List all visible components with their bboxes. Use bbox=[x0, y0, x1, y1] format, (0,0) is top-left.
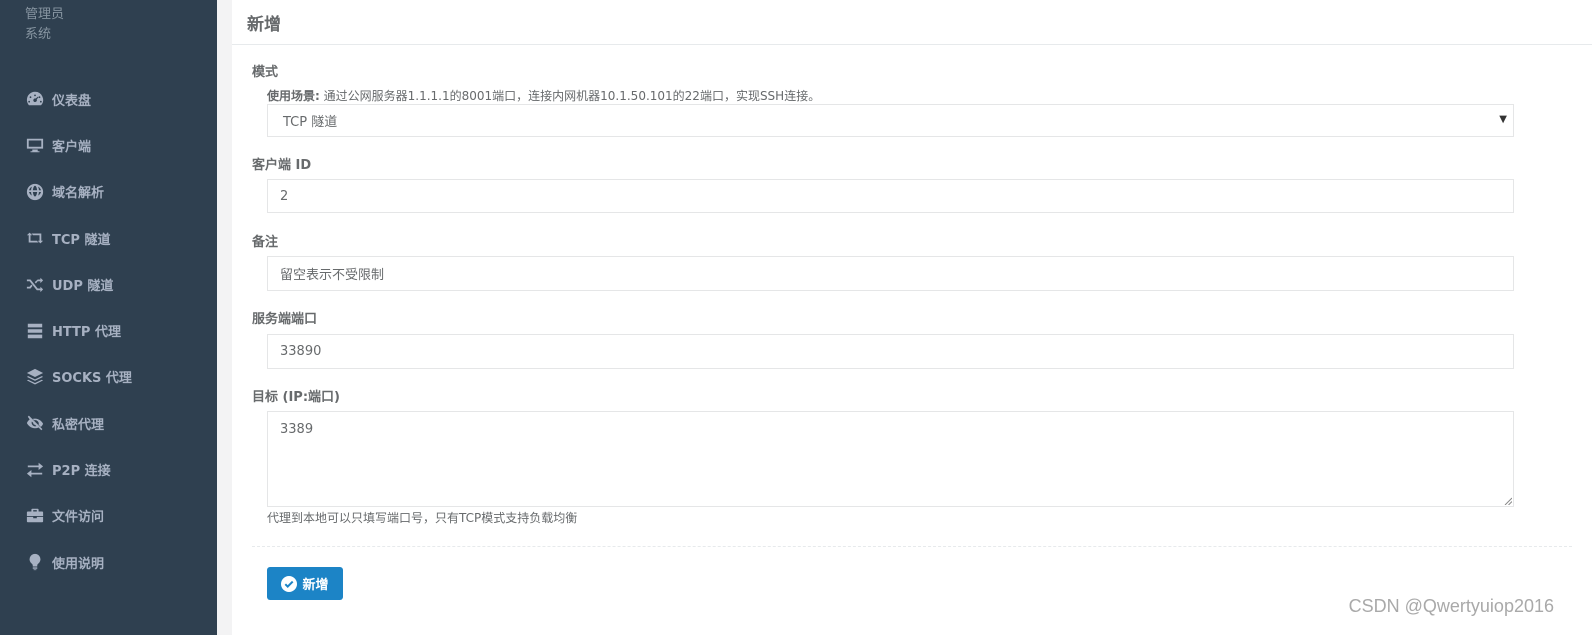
panel-header: 新增 bbox=[232, 0, 1592, 45]
sidebar-item-label: UDP 隧道 bbox=[52, 278, 114, 294]
server-port-value: 33890 bbox=[280, 344, 322, 359]
caret-down-icon: ▼ bbox=[1499, 114, 1507, 125]
server-port-input[interactable]: 33890 bbox=[267, 334, 1514, 369]
sidebar-item-help[interactable]: 使用说明 bbox=[0, 539, 217, 585]
check-circle-icon bbox=[281, 575, 298, 592]
add-button[interactable]: 新增 bbox=[267, 567, 343, 600]
sidebar-item-clients[interactable]: 客户端 bbox=[0, 122, 217, 168]
sidebar-item-private-proxy[interactable]: 私密代理 bbox=[0, 400, 217, 446]
lightbulb-icon bbox=[24, 553, 46, 571]
user-dept: 系统 bbox=[25, 27, 52, 42]
sidebar-item-label: 使用说明 bbox=[52, 556, 105, 572]
remark-placeholder: 留空表示不受限制 bbox=[280, 268, 385, 283]
server-port-label: 服务端端口 bbox=[252, 312, 318, 327]
watermark: CSDN @Qwertyuiop2016 bbox=[1348, 596, 1554, 616]
user-profile: 管理员 系统 bbox=[25, 0, 64, 45]
add-button-label: 新增 bbox=[302, 578, 329, 593]
sidebar-nav: 仪表盘 客户端 域名解析 TCP 隧道 UDP 隧道 HTTP 代理 SOCKS… bbox=[0, 76, 217, 585]
sidebar-item-udp-tunnel[interactable]: UDP 隧道 bbox=[0, 261, 217, 307]
mode-select-value: TCP 隧道 bbox=[283, 115, 338, 130]
client-id-label: 客户端 ID bbox=[252, 158, 312, 173]
sidebar-item-label: HTTP 代理 bbox=[52, 325, 121, 341]
sidebar-item-label: 客户端 bbox=[52, 139, 92, 155]
resize-handle-icon[interactable] bbox=[1504, 497, 1512, 505]
form-divider bbox=[252, 546, 1572, 547]
sidebar-item-http-proxy[interactable]: HTTP 代理 bbox=[0, 307, 217, 353]
page-title: 新增 bbox=[247, 14, 281, 35]
sidebar-item-label: 域名解析 bbox=[52, 186, 105, 202]
sidebar-item-label: P2P 连接 bbox=[52, 464, 111, 480]
sidebar-item-socks-proxy[interactable]: SOCKS 代理 bbox=[0, 354, 217, 400]
sidebar-item-label: 仪表盘 bbox=[52, 93, 92, 109]
sidebar-item-p2p[interactable]: P2P 连接 bbox=[0, 446, 217, 492]
layers-icon bbox=[24, 368, 46, 386]
eye-slash-icon bbox=[24, 414, 46, 432]
target-value: 3389 bbox=[280, 422, 314, 437]
sidebar-item-label: 文件访问 bbox=[52, 510, 105, 526]
scenario-description: 通过公网服务器1.1.1.1的8001端口，连接内网机器10.1.50.101的… bbox=[319, 89, 821, 103]
client-id-value: 2 bbox=[280, 188, 289, 204]
target-help-text: 代理到本地可以只填写端口号，只有TCP模式支持负载均衡 bbox=[267, 511, 578, 525]
sidebar-item-tcp-tunnel[interactable]: TCP 隧道 bbox=[0, 215, 217, 261]
remark-label: 备注 bbox=[252, 235, 279, 250]
mode-select[interactable]: TCP 隧道 ▼ bbox=[267, 104, 1514, 137]
sidebar-item-label: SOCKS 代理 bbox=[52, 371, 132, 387]
briefcase-icon bbox=[24, 507, 46, 525]
dashboard-icon bbox=[24, 90, 46, 108]
random-icon bbox=[24, 275, 46, 293]
globe-icon bbox=[24, 183, 46, 201]
remark-input[interactable]: 留空表示不受限制 bbox=[267, 256, 1514, 291]
exchange-icon bbox=[24, 461, 46, 479]
main-panel: 新增 模式 使用场景: 通过公网服务器1.1.1.1的8001端口，连接内网机器… bbox=[232, 0, 1592, 635]
sidebar-item-domain[interactable]: 域名解析 bbox=[0, 169, 217, 215]
mode-label: 模式 bbox=[252, 65, 279, 80]
client-id-input[interactable]: 2 bbox=[267, 179, 1514, 213]
scenario-text: 使用场景: 通过公网服务器1.1.1.1的8001端口，连接内网机器10.1.5… bbox=[267, 87, 820, 104]
sidebar-item-label: 私密代理 bbox=[52, 417, 105, 433]
target-textarea[interactable]: 3389 bbox=[267, 411, 1514, 507]
sidebar-item-label: TCP 隧道 bbox=[52, 232, 111, 248]
sidebar-item-dashboard[interactable]: 仪表盘 bbox=[0, 76, 217, 122]
desktop-icon bbox=[24, 136, 46, 154]
sidebar-item-file-access[interactable]: 文件访问 bbox=[0, 493, 217, 539]
target-label: 目标 (IP:端口) bbox=[252, 390, 340, 405]
sidebar: 管理员 系统 仪表盘 客户端 域名解析 TCP 隧道 UDP 隧道 HTTP 代… bbox=[0, 0, 217, 635]
user-role: 管理员 bbox=[25, 7, 65, 22]
retweet-icon bbox=[24, 229, 46, 247]
server-icon bbox=[24, 322, 46, 340]
scenario-label: 使用场景: bbox=[267, 89, 320, 103]
